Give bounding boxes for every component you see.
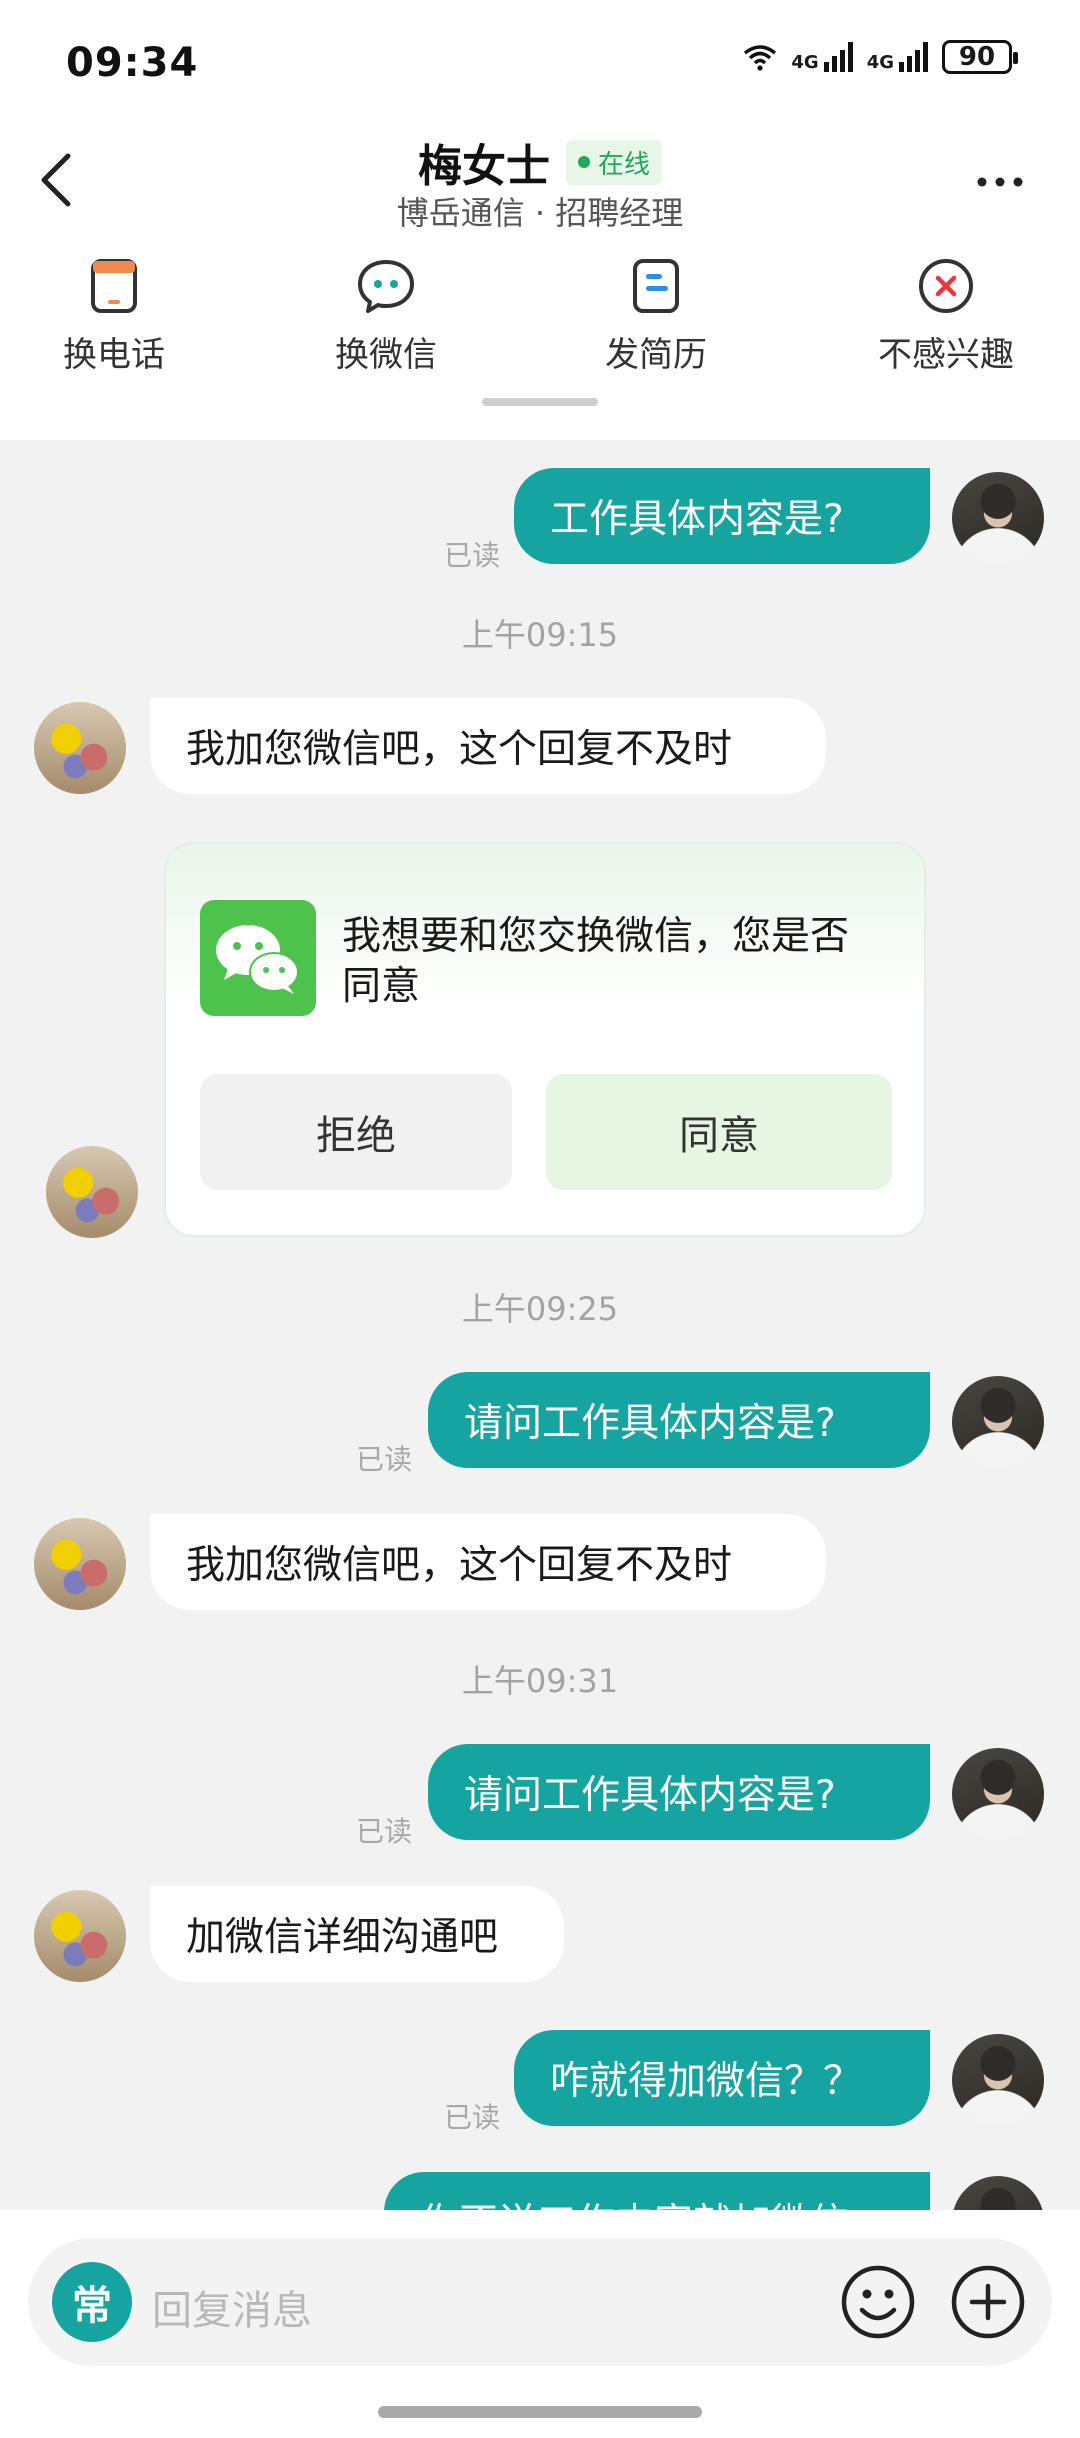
timestamp: 上午09:31 — [461, 1662, 619, 1700]
read-status: 已读 — [444, 2101, 501, 2134]
contact-name: 梅女士 — [417, 141, 550, 192]
reject-button[interactable]: 拒绝 — [200, 1074, 512, 1190]
message-input-bar[interactable]: 常 回复消息 — [28, 2238, 1052, 2366]
avatar-me[interactable] — [952, 472, 1044, 564]
phone-icon — [91, 259, 137, 313]
wechat-logo-icon — [200, 900, 316, 1016]
plus-icon[interactable] — [950, 2264, 1026, 2340]
action-send-resume[interactable]: 发简历 — [566, 255, 746, 376]
message-outgoing[interactable]: 请问工作具体内容是? — [428, 1744, 930, 1840]
input-panel: 常 回复消息 — [0, 2210, 1080, 2438]
agree-button[interactable]: 同意 — [546, 1074, 892, 1190]
chat-header: 梅女士 在线 — [0, 130, 1080, 194]
online-label: 在线 — [597, 149, 650, 180]
message-incoming[interactable]: 我加您微信吧，这个回复不及时 — [150, 698, 826, 794]
drag-handle[interactable] — [482, 398, 598, 406]
cellular-1: 4G — [791, 42, 853, 73]
network-label-2: 4G — [866, 52, 894, 73]
message-outgoing[interactable]: 请问工作具体内容是? — [428, 1372, 930, 1468]
network-label-1: 4G — [791, 52, 819, 73]
message-outgoing[interactable]: 工作具体内容是? — [514, 468, 930, 564]
card-message: 我想要和您交换微信，您是否同意 — [342, 914, 850, 1009]
message-outgoing[interactable]: 咋就得加微信？？ — [514, 2030, 930, 2126]
home-indicator[interactable] — [378, 2406, 702, 2418]
avatar-me[interactable] — [952, 1748, 1044, 1840]
action-change-phone[interactable]: 换电话 — [24, 255, 204, 376]
battery-icon: 90 — [942, 40, 1018, 74]
signal-icon — [823, 42, 853, 72]
close-circle-icon — [919, 259, 973, 313]
avatar-me[interactable] — [952, 1376, 1044, 1468]
action-not-interested[interactable]: 不感兴趣 — [856, 255, 1036, 376]
signal-icon — [899, 42, 928, 72]
action-label: 不感兴趣 — [878, 335, 1014, 375]
avatar-contact[interactable] — [34, 1890, 126, 1982]
emoji-icon[interactable] — [840, 2264, 916, 2340]
message-incoming[interactable]: 我加您微信吧，这个回复不及时 — [150, 1514, 826, 1610]
resume-icon — [633, 259, 679, 313]
action-label: 发简历 — [605, 335, 707, 375]
read-status: 已读 — [356, 1815, 413, 1848]
message-input[interactable]: 回复消息 — [152, 2278, 312, 2336]
avatar-contact[interactable] — [34, 702, 126, 794]
quick-phrases-button[interactable]: 常 — [52, 2262, 132, 2342]
cellular-2: 4G — [867, 42, 928, 72]
message-incoming[interactable]: 加微信详细沟通吧 — [150, 1886, 564, 1982]
online-badge: 在线 — [565, 139, 662, 185]
timestamp: 上午09:25 — [461, 1290, 619, 1328]
more-options-icon[interactable] — [976, 176, 1024, 188]
contact-subtitle: 博岳通信 · 招聘经理 — [396, 194, 684, 232]
wifi-icon — [744, 45, 777, 71]
timestamp: 上午09:15 — [461, 616, 619, 654]
action-label: 换微信 — [335, 335, 437, 375]
wechat-chat-icon — [358, 260, 414, 313]
action-label: 换电话 — [63, 335, 165, 375]
avatar-contact[interactable] — [34, 1518, 126, 1610]
avatar-contact[interactable] — [46, 1146, 138, 1238]
online-dot-icon — [577, 156, 590, 168]
read-status: 已读 — [356, 1443, 413, 1476]
action-bar: 换电话 换微信 发简历 不感兴趣 — [0, 255, 1080, 385]
status-icons: 4G 4G 90 — [743, 40, 1018, 74]
avatar-me[interactable] — [952, 2034, 1044, 2126]
wechat-exchange-card: 我想要和您交换微信，您是否同意 拒绝 同意 — [164, 842, 926, 1237]
action-change-wechat[interactable]: 换微信 — [296, 255, 476, 376]
status-time: 09:34 — [66, 40, 199, 86]
read-status: 已读 — [444, 539, 501, 572]
